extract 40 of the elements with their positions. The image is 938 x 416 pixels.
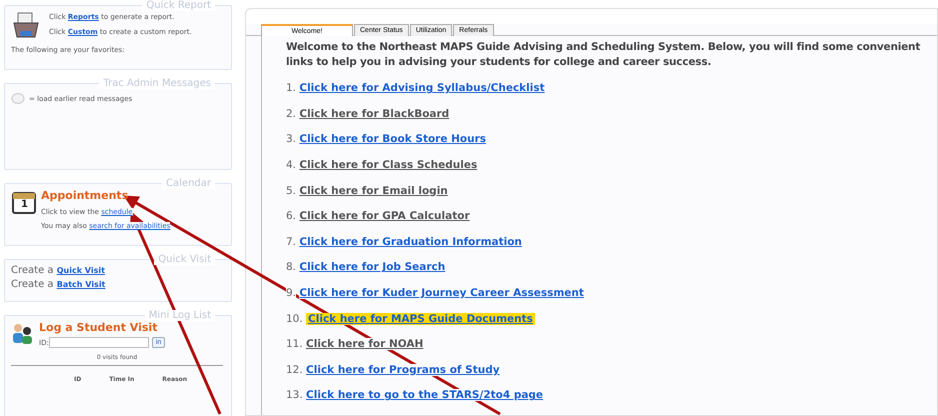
- link[interactable]: Click here for GPA Calculator: [299, 210, 470, 222]
- link[interactable]: Click here for MAPS Guide Documents: [306, 312, 535, 325]
- panel-text: Create a Batch Visit: [11, 279, 106, 290]
- item-number: 7.: [286, 236, 296, 248]
- link[interactable]: Click here for Job Search: [299, 261, 446, 274]
- item-number: 2.: [286, 108, 296, 120]
- calendar-icon: [11, 189, 37, 215]
- link[interactable]: Click here for Email login: [299, 184, 448, 197]
- link[interactable]: Click here for Graduation Information: [299, 236, 522, 248]
- item-number: 8.: [286, 261, 296, 274]
- link[interactable]: Click here for NOAH: [306, 338, 424, 350]
- item-number: 6.: [286, 210, 296, 222]
- link[interactable]: Click here for Book Store Hours: [299, 133, 486, 146]
- link[interactable]: Click here for Advising Syllabus/Checklist: [299, 82, 545, 94]
- panel-title: Quick Visit: [154, 254, 215, 265]
- panel-title: Trac Admin Messages: [99, 78, 215, 89]
- item-number: 3.: [286, 133, 296, 146]
- item-number: 13.: [286, 389, 303, 402]
- speech-bubble-icon: [11, 93, 25, 105]
- log-visit-heading: Log a Student Visit: [39, 321, 158, 334]
- link[interactable]: Batch Visit: [56, 280, 106, 289]
- item-number: 5.: [286, 184, 296, 197]
- link[interactable]: Click here to go to the STARS/2to4 page: [306, 389, 544, 402]
- link[interactable]: Click here for Class Schedules: [299, 159, 478, 172]
- panel-title: Mini Log List: [144, 310, 215, 321]
- calendar-day: 1: [21, 199, 33, 210]
- link[interactable]: Click here for Programs of Study: [306, 364, 500, 376]
- link[interactable]: Click here for BlackBoard: [299, 108, 450, 120]
- people-icon: [11, 321, 35, 345]
- item-number: 12.: [286, 364, 303, 376]
- item-number: 10.: [286, 312, 303, 325]
- id-input-field[interactable]: [48, 337, 149, 348]
- link[interactable]: Quick Visit: [56, 266, 105, 275]
- panel-text: Create a Quick Visit: [11, 265, 106, 276]
- item-number: 9.: [286, 287, 296, 300]
- panel-title: Calendar: [162, 178, 215, 189]
- panel-title: Quick Report: [142, 0, 215, 11]
- link[interactable]: Click here for Kuder Journey Career Assessment: [299, 287, 584, 300]
- appointments-heading: Appointments: [41, 189, 130, 202]
- welcome-text: Welcome to the Northeast MAPS Guide Advising and Scheduling System. Below, you will find some convenient links to help you in advising your students for college and career success.: [286, 40, 922, 70]
